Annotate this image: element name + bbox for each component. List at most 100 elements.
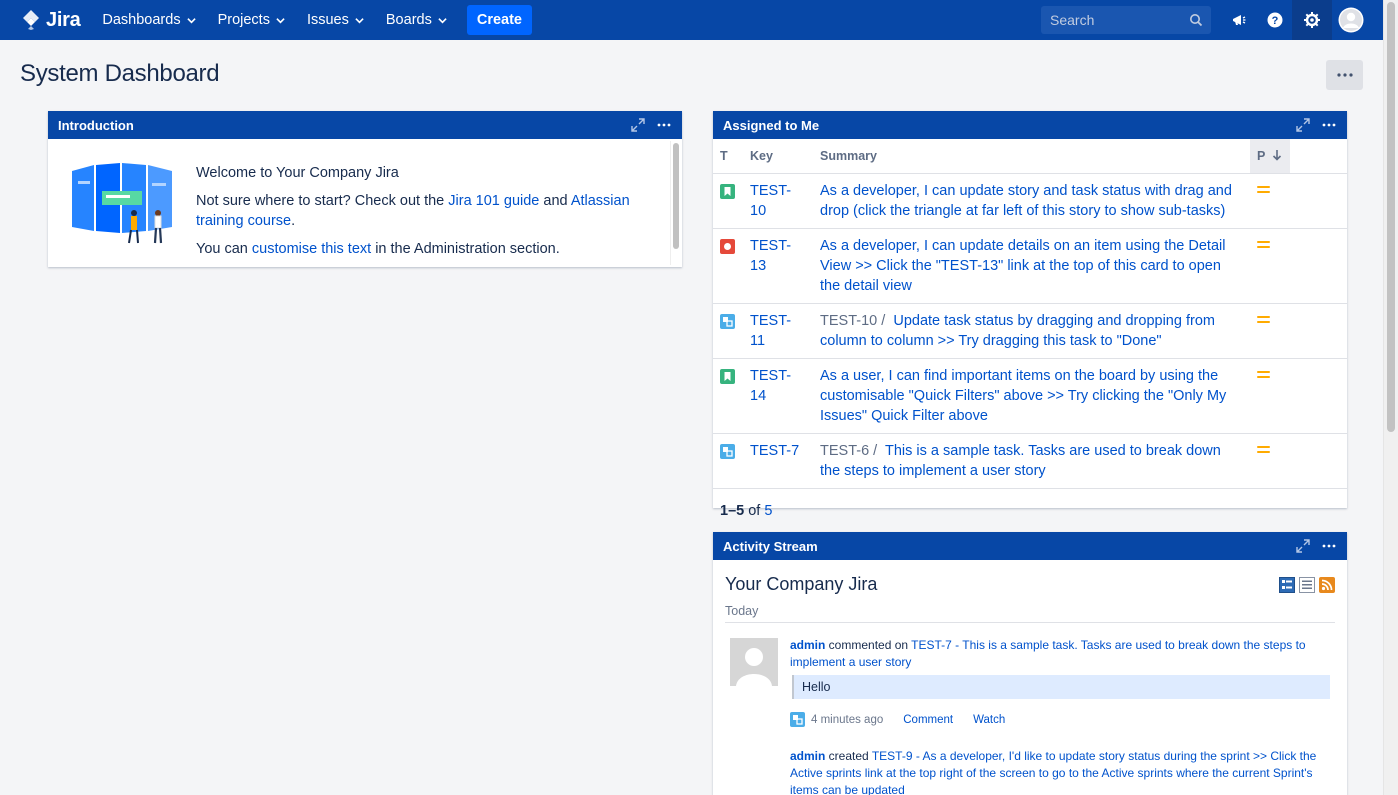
customise-link[interactable]: customise this text <box>252 241 371 257</box>
arrow-down-icon <box>1272 149 1281 161</box>
issue-summary-link[interactable]: As a developer, I can update story and t… <box>820 183 1232 219</box>
table-row[interactable]: TEST-13 As a developer, I can update det… <box>713 228 1347 304</box>
more-icon[interactable] <box>1321 117 1337 133</box>
subtask-icon <box>720 313 735 329</box>
scrollbar-thumb[interactable] <box>673 143 679 249</box>
summary-cell: TEST-10 / Update task status by dragging… <box>813 303 1250 359</box>
top-navigation: Jira Dashboards Projects Issues Boards C… <box>0 0 1383 40</box>
actor-link[interactable]: admin <box>790 749 825 763</box>
scrollbar-thumb[interactable] <box>1387 2 1395 432</box>
summary-cell: As a developer, I can update details on … <box>813 228 1250 304</box>
pager-total-link[interactable]: 5 <box>764 503 772 519</box>
story-icon <box>720 368 735 384</box>
chevron-down-icon <box>438 17 447 23</box>
expand-icon[interactable] <box>630 117 646 133</box>
issue-key-link[interactable]: TEST-14 <box>750 368 791 404</box>
actor-link[interactable]: admin <box>790 638 825 652</box>
table-row[interactable]: TEST-11 TEST-10 / Update task status by … <box>713 303 1347 359</box>
search-placeholder: Search <box>1050 12 1095 28</box>
notifications-button[interactable] <box>1227 8 1251 32</box>
gadget-header: Assigned to Me <box>713 111 1347 139</box>
issue-key-link[interactable]: TEST-7 <box>750 443 799 459</box>
activity-timestamp[interactable]: 4 minutes ago <box>811 714 883 726</box>
column-header-key[interactable]: Key <box>743 139 813 174</box>
gadget-scrollbar[interactable] <box>670 141 680 265</box>
issue-key-link[interactable]: TEST-13 <box>750 238 791 274</box>
page-title: System Dashboard <box>20 60 220 87</box>
expand-icon[interactable] <box>1295 117 1311 133</box>
key-cell: TEST-14 <box>743 358 813 434</box>
priority-cell <box>1250 358 1290 434</box>
column-header-type[interactable]: T <box>713 139 743 174</box>
jira-101-link[interactable]: Jira 101 guide <box>448 193 539 209</box>
type-cell <box>713 433 743 489</box>
gear-icon <box>1304 12 1320 28</box>
megaphone-icon <box>1233 15 1246 25</box>
nav-boards[interactable]: Boards <box>386 12 447 28</box>
issue-key-link[interactable]: TEST-10 <box>750 183 791 219</box>
activity-meta: 4 minutes ago Comment Watch <box>790 712 1005 727</box>
table-row[interactable]: TEST-7 TEST-6 / This is a sample task. T… <box>713 433 1347 489</box>
dashboard-more-button[interactable] <box>1326 60 1363 90</box>
column-header-summary[interactable]: Summary <box>813 139 1250 174</box>
priority-medium-icon <box>1257 315 1270 326</box>
nav-dashboards[interactable]: Dashboards <box>102 12 196 28</box>
default-avatar-icon <box>730 638 778 686</box>
nav-projects[interactable]: Projects <box>218 12 285 28</box>
user-avatar-button[interactable] <box>1338 7 1364 33</box>
introduction-gadget: Introduction Welcome to Your Company Jir… <box>48 111 682 267</box>
rss-feed-icon[interactable] <box>1319 577 1335 593</box>
avatar-icon <box>1338 7 1364 33</box>
story-icon <box>720 183 735 199</box>
svg-text:?: ? <box>1272 15 1279 27</box>
type-cell <box>713 358 743 434</box>
comment-quote: Hello <box>792 675 1330 699</box>
create-button[interactable]: Create <box>466 5 532 35</box>
avatar[interactable] <box>730 638 778 686</box>
issue-key-link[interactable]: TEST-11 <box>750 313 791 349</box>
pager-of: of <box>744 502 765 519</box>
table-header-row: T Key Summary P <box>713 139 1347 174</box>
summary-cell: TEST-6 / This is a sample task. Tasks ar… <box>813 433 1250 489</box>
issues-table: T Key Summary P TEST-10 As a developer, … <box>713 139 1347 489</box>
expand-icon[interactable] <box>1295 538 1311 554</box>
full-view-icon[interactable] <box>1279 577 1295 593</box>
search-input[interactable]: Search <box>1041 6 1211 34</box>
watch-link[interactable]: Watch <box>973 714 1005 726</box>
pager-range: 1–5 <box>720 502 745 519</box>
text-fragment: in the Administration section. <box>371 241 560 257</box>
table-row[interactable]: TEST-14 As a user, I can find important … <box>713 358 1347 434</box>
summary-cell: As a user, I can find important items on… <box>813 358 1250 434</box>
comment-link[interactable]: Comment <box>903 714 953 726</box>
priority-cell <box>1250 303 1290 359</box>
issue-summary-link[interactable]: As a user, I can find important items on… <box>820 368 1226 424</box>
parent-issue-key[interactable]: TEST-6 / <box>820 443 877 459</box>
issue-summary-link[interactable]: This is a sample task. Tasks are used to… <box>820 443 1221 479</box>
introduction-text: Welcome to Your Company Jira Not sure wh… <box>196 163 656 267</box>
parent-issue-key[interactable]: TEST-10 / <box>820 313 885 329</box>
search-icon <box>1190 14 1203 27</box>
gadget-header: Introduction <box>48 111 682 139</box>
jira-logo[interactable]: Jira <box>20 9 81 32</box>
settings-button[interactable] <box>1292 0 1332 40</box>
help-icon: ? <box>1267 12 1283 28</box>
type-cell <box>713 303 743 359</box>
chevron-down-icon <box>276 17 285 23</box>
spacer-cell <box>1290 228 1347 304</box>
more-icon[interactable] <box>1321 538 1337 554</box>
nav-issues[interactable]: Issues <box>307 12 364 28</box>
key-cell: TEST-13 <box>743 228 813 304</box>
list-view-icon[interactable] <box>1299 577 1315 593</box>
column-header-priority[interactable]: P <box>1250 139 1290 174</box>
more-icon[interactable] <box>656 117 672 133</box>
chevron-down-icon <box>355 17 364 23</box>
activity-entry: admin commented on TEST-7 - This is a sa… <box>790 637 1320 671</box>
priority-medium-icon <box>1257 185 1270 196</box>
pagination-info: 1–5 of 5 <box>713 489 1347 533</box>
page-scrollbar[interactable] <box>1383 0 1398 795</box>
key-cell: TEST-11 <box>743 303 813 359</box>
table-row[interactable]: TEST-10 As a developer, I can update sto… <box>713 173 1347 229</box>
issue-summary-link[interactable]: As a developer, I can update details on … <box>820 238 1225 294</box>
help-button[interactable]: ? <box>1263 8 1287 32</box>
text-fragment: You can <box>196 241 252 257</box>
